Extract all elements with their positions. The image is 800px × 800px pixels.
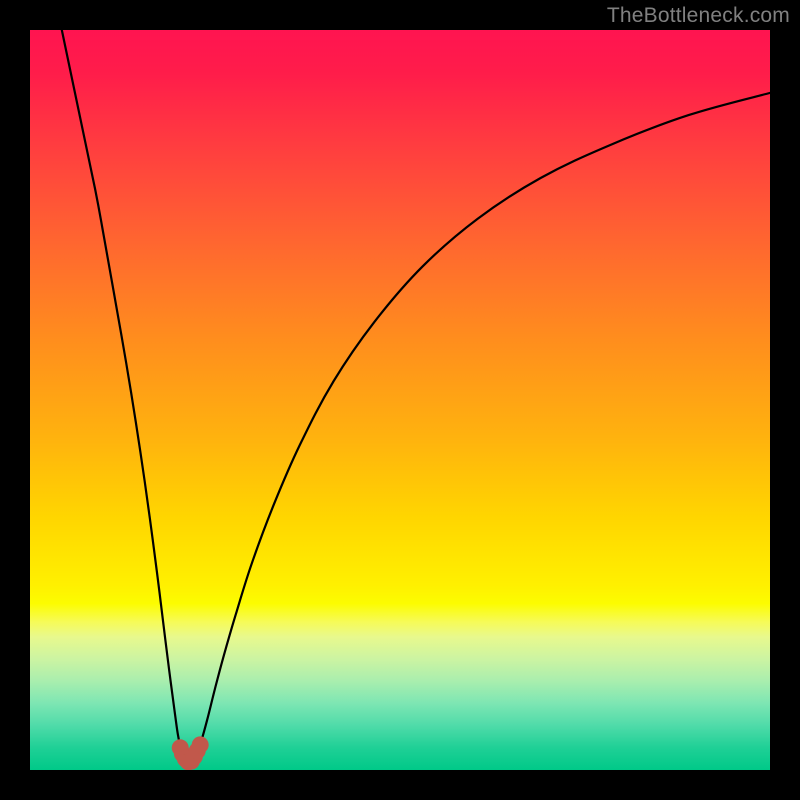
- curve-right: [188, 93, 770, 763]
- watermark-text: TheBottleneck.com: [607, 4, 790, 28]
- plot-area: [30, 30, 770, 770]
- chart-root: TheBottleneck.com: [0, 0, 800, 800]
- curve-group: [62, 30, 770, 763]
- curve-svg: [30, 30, 770, 770]
- curve-left: [62, 30, 189, 763]
- cusp-marker: [192, 736, 209, 753]
- cusp-markers: [172, 736, 209, 770]
